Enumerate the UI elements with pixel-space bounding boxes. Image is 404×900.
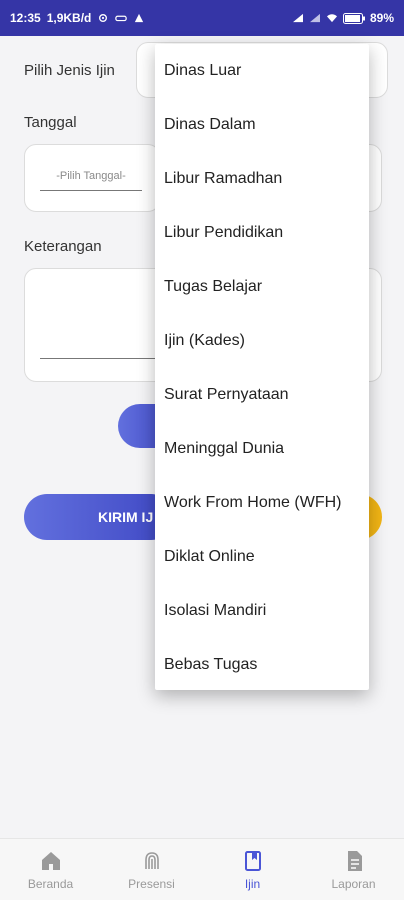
status-network-speed: 1,9KB/d (46, 11, 92, 25)
jenis-ijin-dropdown: Dinas Luar Dinas Dalam Libur Ramadhan Li… (155, 44, 369, 690)
kirim-ijin-label: KIRIM IJ (98, 509, 154, 525)
dropdown-option[interactable]: Surat Pernyataan (155, 368, 369, 422)
nav-label-ijin: Ijin (244, 876, 261, 891)
dropdown-option[interactable]: Diklat Online (155, 530, 369, 584)
signal-icon (292, 13, 303, 23)
nav-item-presensi[interactable]: Presensi (101, 839, 202, 900)
bottom-navigation: Beranda Presensi Ijin Laporan (0, 838, 404, 900)
link-status-icon (115, 15, 128, 22)
wifi-icon (326, 14, 337, 23)
dropdown-option[interactable]: Libur Ramadhan (155, 152, 369, 206)
tanggal-label: Tanggal (24, 114, 77, 131)
battery-icon (342, 12, 365, 24)
date-underline (40, 190, 142, 191)
kirim-ijin-button[interactable]: KIRIM IJ (24, 494, 174, 540)
dropdown-option[interactable]: Isolasi Mandiri (155, 584, 369, 638)
dropdown-option[interactable]: Tugas Belajar (155, 260, 369, 314)
nav-label-beranda: Beranda (27, 876, 74, 891)
dropdown-option[interactable]: Meninggal Dunia (155, 422, 369, 476)
keterangan-label: Keterangan (24, 238, 102, 255)
bookmark-icon (244, 850, 261, 871)
dropdown-option[interactable]: Dinas Luar (155, 44, 369, 98)
dropdown-option[interactable]: Dinas Dalam (155, 98, 369, 152)
date-placeholder: -Pilih Tanggal- (56, 170, 126, 182)
home-icon (41, 851, 60, 870)
dropdown-option[interactable]: Work From Home (WFH) (155, 476, 369, 530)
nav-item-ijin[interactable]: Ijin (202, 839, 303, 900)
settings-status-icon (99, 14, 108, 22)
signal-2-icon (309, 13, 320, 23)
app-status-icon (135, 13, 144, 23)
dropdown-option[interactable]: Libur Pendidikan (155, 206, 369, 260)
keterangan-underline (40, 358, 160, 359)
status-bar: 12:35 1,9KB/d 89% (0, 0, 404, 36)
nav-label-presensi: Presensi (128, 876, 175, 891)
document-icon (347, 850, 362, 871)
nav-item-beranda[interactable]: Beranda (0, 839, 101, 900)
dropdown-option[interactable]: Ijin (Kades) (155, 314, 369, 368)
fingerprint-icon (144, 851, 159, 869)
battery-level: 89% (369, 11, 394, 25)
jenis-ijin-label: Pilih Jenis Ijin (24, 62, 115, 79)
nav-label-laporan: Laporan (331, 876, 376, 891)
nav-item-laporan[interactable]: Laporan (303, 839, 404, 900)
dropdown-option[interactable]: Bebas Tugas (155, 638, 369, 692)
status-time: 12:35 (10, 11, 41, 25)
